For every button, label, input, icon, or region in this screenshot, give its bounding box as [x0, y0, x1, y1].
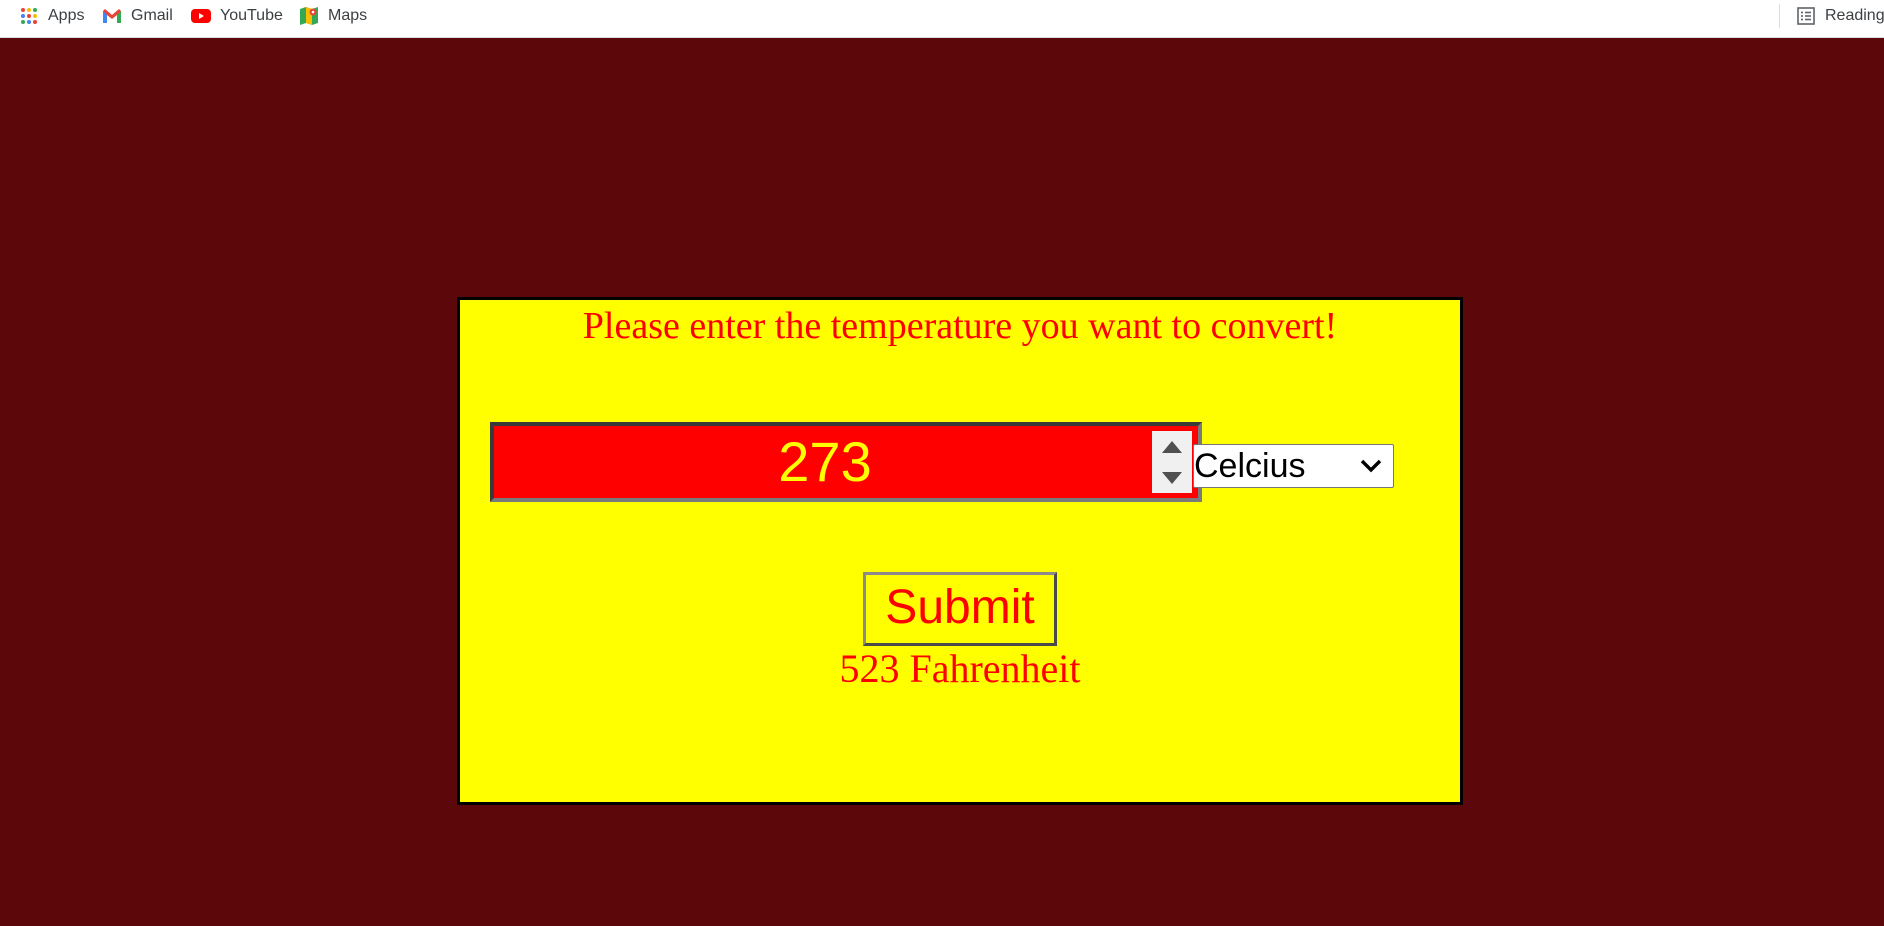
temperature-input[interactable]: 273	[490, 422, 1202, 502]
bookmark-apps-label: Apps	[48, 7, 85, 24]
apps-grid-icon	[18, 5, 40, 27]
unit-select[interactable]: Celcius	[1193, 444, 1394, 488]
reading-list-icon	[1795, 5, 1817, 27]
bookmark-gmail[interactable]: Gmail	[101, 0, 173, 32]
submit-button[interactable]: Submit	[863, 572, 1057, 646]
bookmark-youtube[interactable]: YouTube	[190, 0, 283, 32]
number-spinner	[1152, 431, 1192, 493]
bookmarks-bar: Apps Gmail YouTube Maps Reading	[0, 0, 1884, 38]
conversion-result: 523 Fahrenheit	[839, 646, 1081, 691]
bookmark-maps[interactable]: Maps	[298, 0, 367, 32]
unit-select-value: Celcius	[1194, 447, 1306, 485]
spin-up-icon[interactable]	[1152, 431, 1192, 462]
reading-list-label: Reading	[1825, 7, 1884, 24]
spin-down-icon[interactable]	[1152, 462, 1192, 493]
chevron-down-icon	[1360, 459, 1382, 473]
bookmark-maps-label: Maps	[328, 7, 368, 24]
bookmarks-divider	[1779, 4, 1780, 28]
youtube-icon	[190, 5, 212, 27]
gmail-icon	[101, 5, 123, 27]
bookmark-youtube-label: YouTube	[220, 7, 283, 24]
temperature-input-value: 273	[778, 430, 872, 493]
converter-panel: Please enter the temperature you want to…	[457, 297, 1463, 805]
maps-icon	[298, 5, 320, 27]
bookmark-gmail-label: Gmail	[131, 7, 173, 24]
bookmark-apps[interactable]: Apps	[18, 0, 84, 32]
reading-list-button[interactable]: Reading	[1795, 0, 1884, 32]
page-heading: Please enter the temperature you want to…	[582, 305, 1338, 347]
